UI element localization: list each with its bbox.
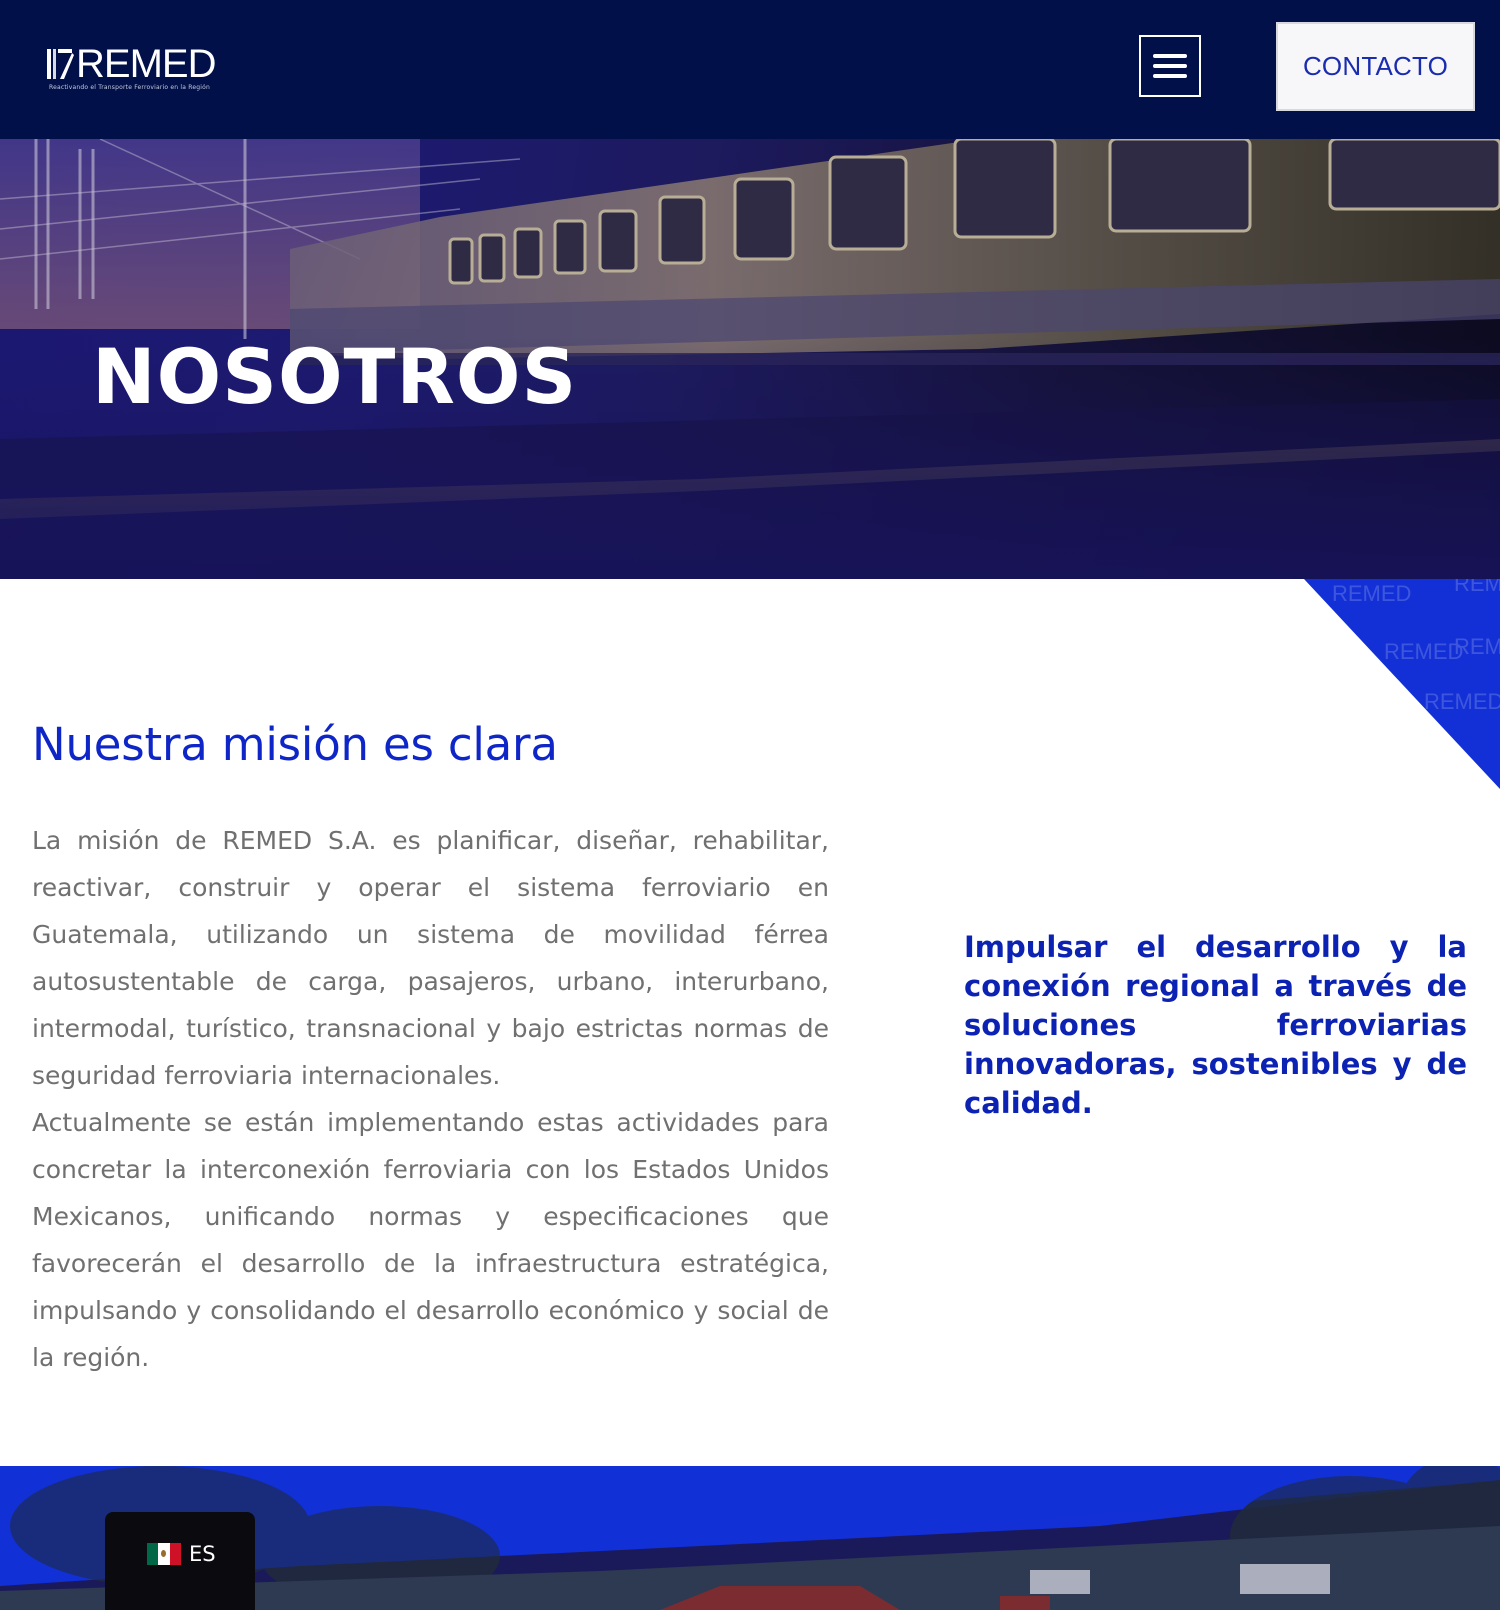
logo-tagline: Reactivando el Transporte Ferroviario en… — [49, 84, 211, 91]
remed-logo[interactable]: REMED Reactivando el Transporte Ferrovia… — [46, 44, 246, 96]
mission-title: Nuestra misión es clara — [32, 718, 558, 771]
mission-paragraph-2: Actualmente se están implementando estas… — [32, 1108, 829, 1372]
mission-quote: Impulsar el desarrollo y la conexión reg… — [964, 930, 1467, 1120]
watermark-text: REMED — [1454, 579, 1500, 596]
menu-button[interactable] — [1139, 35, 1201, 97]
logo-mark-icon — [47, 49, 74, 79]
mission-paragraph-1: La misión de REMED S.A. es planificar, d… — [32, 826, 829, 1090]
hamburger-icon — [1153, 54, 1187, 78]
watermark-text: REMED — [1332, 581, 1411, 606]
hero-banner: NOSOTROS — [0, 139, 1500, 579]
watermark-text: REMED — [1384, 639, 1463, 664]
corner-decoration: REMED REMED REMED REMED REMED — [1304, 579, 1500, 789]
mission-body: La misión de REMED S.A. es planificar, d… — [32, 817, 829, 1381]
site-header: REMED Reactivando el Transporte Ferrovia… — [0, 0, 1500, 139]
page-title: NOSOTROS — [92, 332, 578, 421]
contact-button[interactable]: CONTACTO — [1276, 22, 1475, 111]
mexico-flag-icon — [147, 1543, 181, 1565]
watermark-text: REMED — [1424, 689, 1500, 714]
language-switcher[interactable]: ES — [105, 1512, 255, 1610]
logo-text: REMED — [76, 42, 216, 86]
watermark-text: REMED — [1454, 634, 1500, 659]
language-label: ES — [189, 1542, 216, 1566]
